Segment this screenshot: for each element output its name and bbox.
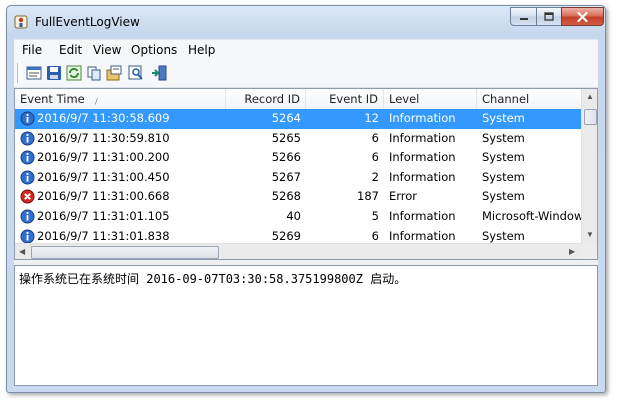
level-cell: Information [389, 150, 456, 165]
refresh-icon[interactable] [66, 65, 82, 81]
copy-icon[interactable] [86, 65, 102, 81]
exit-icon[interactable] [151, 65, 167, 81]
event-list[interactable]: Event Time / Record ID Event ID Level Cha… [14, 88, 598, 260]
menu-help[interactable]: Help [188, 43, 215, 57]
channel-cell: System [482, 169, 525, 184]
table-row[interactable]: 2016/9/7 11:31:00.450 5267 2 Information… [15, 168, 583, 188]
table-row[interactable]: 2016/9/7 11:30:58.609 5264 12 Informatio… [15, 109, 583, 129]
properties-icon[interactable] [26, 65, 42, 81]
event-time-cell: 2016/9/7 11:31:00.200 [37, 150, 170, 165]
level-cell: Information [389, 228, 456, 243]
event-detail-pane[interactable]: 操作系统已在系统时间 2016-09-07T03:30:58.375199800… [14, 265, 598, 386]
sort-indicator-icon: / [95, 97, 98, 106]
event-id-cell: 6 [371, 150, 379, 165]
table-row[interactable]: 2016/9/7 11:31:00.668 5268 187 Error Sys… [15, 187, 583, 207]
options-icon[interactable] [106, 65, 122, 81]
maximize-icon [544, 12, 554, 21]
info-icon [20, 150, 35, 165]
level-cell: Information [389, 209, 456, 223]
menu-edit[interactable]: Edit [59, 43, 82, 57]
event-time-cell: 2016/9/7 11:30:58.609 [37, 111, 170, 125]
record-id-cell: 5267 [271, 169, 301, 184]
channel-cell: System [482, 111, 525, 125]
channel-cell: System [482, 130, 525, 145]
menu-bar: File Edit View Options Help [14, 39, 598, 60]
app-icon [14, 15, 28, 29]
event-id-cell: 5 [371, 209, 379, 223]
minimize-icon [519, 17, 528, 20]
table-row[interactable]: 2016/9/7 11:30:59.810 5265 6 Information… [15, 129, 583, 149]
column-header-channel[interactable]: Channel [477, 89, 583, 109]
event-id-cell: 6 [371, 130, 379, 145]
column-header-event-time[interactable]: Event Time / [15, 89, 226, 109]
toolbar [14, 59, 598, 88]
menu-options[interactable]: Options [131, 43, 177, 57]
horizontal-scrollbar[interactable]: ◀ ▶ [15, 243, 583, 259]
event-time-cell: 2016/9/7 11:31:01.105 [37, 209, 170, 223]
record-id-cell: 5268 [271, 189, 301, 204]
close-icon [577, 11, 588, 22]
channel-cell: Microsoft-Windows- [482, 209, 583, 223]
error-icon [20, 189, 35, 204]
column-header-event-id[interactable]: Event ID [306, 89, 384, 109]
app-window: FullEventLogView File Edit View Options … [6, 5, 606, 393]
event-id-cell: 6 [371, 228, 379, 243]
channel-cell: System [482, 150, 525, 165]
column-header-level[interactable]: Level [384, 89, 477, 109]
scrollbar-corner [581, 243, 597, 259]
scroll-left-icon[interactable]: ◀ [19, 248, 25, 256]
record-id-cell: 40 [286, 209, 301, 223]
info-icon [20, 131, 35, 146]
table-row[interactable]: 2016/9/7 11:31:01.838 5269 6 Information… [15, 227, 583, 244]
level-cell: Information [389, 130, 456, 145]
event-id-cell: 12 [364, 111, 379, 125]
level-cell: Information [389, 169, 456, 184]
table-row[interactable]: 2016/9/7 11:31:01.105 40 5 Information M… [15, 207, 583, 227]
event-id-cell: 187 [357, 189, 379, 204]
close-button[interactable] [561, 7, 604, 26]
table-row[interactable]: 2016/9/7 11:31:00.200 5266 6 Information… [15, 148, 583, 168]
list-rows: 2016/9/7 11:30:58.609 5264 12 Informatio… [15, 109, 583, 244]
event-time-cell: 2016/9/7 11:30:59.810 [37, 130, 170, 145]
channel-cell: System [482, 189, 525, 204]
minimize-button[interactable] [510, 7, 537, 26]
event-time-cell: 2016/9/7 11:31:00.450 [37, 169, 170, 184]
info-icon [20, 170, 35, 185]
record-id-cell: 5265 [271, 130, 301, 145]
record-id-cell: 5269 [271, 228, 301, 243]
vertical-scrollbar[interactable]: ▲ ▼ [581, 89, 597, 244]
channel-cell: System [482, 228, 525, 243]
record-id-cell: 5266 [271, 150, 301, 165]
menu-file[interactable]: File [22, 43, 42, 57]
event-id-cell: 2 [371, 169, 379, 184]
list-header: Event Time / Record ID Event ID Level Cha… [15, 89, 583, 110]
info-icon [20, 209, 35, 224]
maximize-button[interactable] [536, 7, 562, 26]
scroll-down-icon[interactable]: ▼ [586, 231, 594, 239]
horizontal-scroll-thumb[interactable] [31, 246, 219, 259]
find-icon[interactable] [128, 65, 144, 81]
column-header-record-id[interactable]: Record ID [226, 89, 306, 109]
event-time-cell: 2016/9/7 11:31:01.838 [37, 228, 170, 243]
toolbar-grip [17, 63, 21, 83]
vertical-scroll-thumb[interactable] [584, 109, 597, 125]
window-title: FullEventLogView [35, 15, 140, 29]
info-icon [20, 229, 35, 244]
event-description: 操作系统已在系统时间 2016-09-07T03:30:58.375199800… [19, 272, 407, 286]
level-cell: Information [389, 111, 456, 125]
level-cell: Error [389, 189, 418, 204]
title-bar[interactable]: FullEventLogView [7, 6, 605, 38]
event-time-cell: 2016/9/7 11:31:00.668 [37, 189, 170, 204]
menu-view[interactable]: View [93, 43, 121, 57]
scroll-right-icon[interactable]: ▶ [569, 248, 575, 256]
scroll-up-icon[interactable]: ▲ [586, 93, 594, 101]
record-id-cell: 5264 [271, 111, 301, 125]
info-icon [20, 111, 35, 126]
save-icon[interactable] [46, 65, 62, 81]
